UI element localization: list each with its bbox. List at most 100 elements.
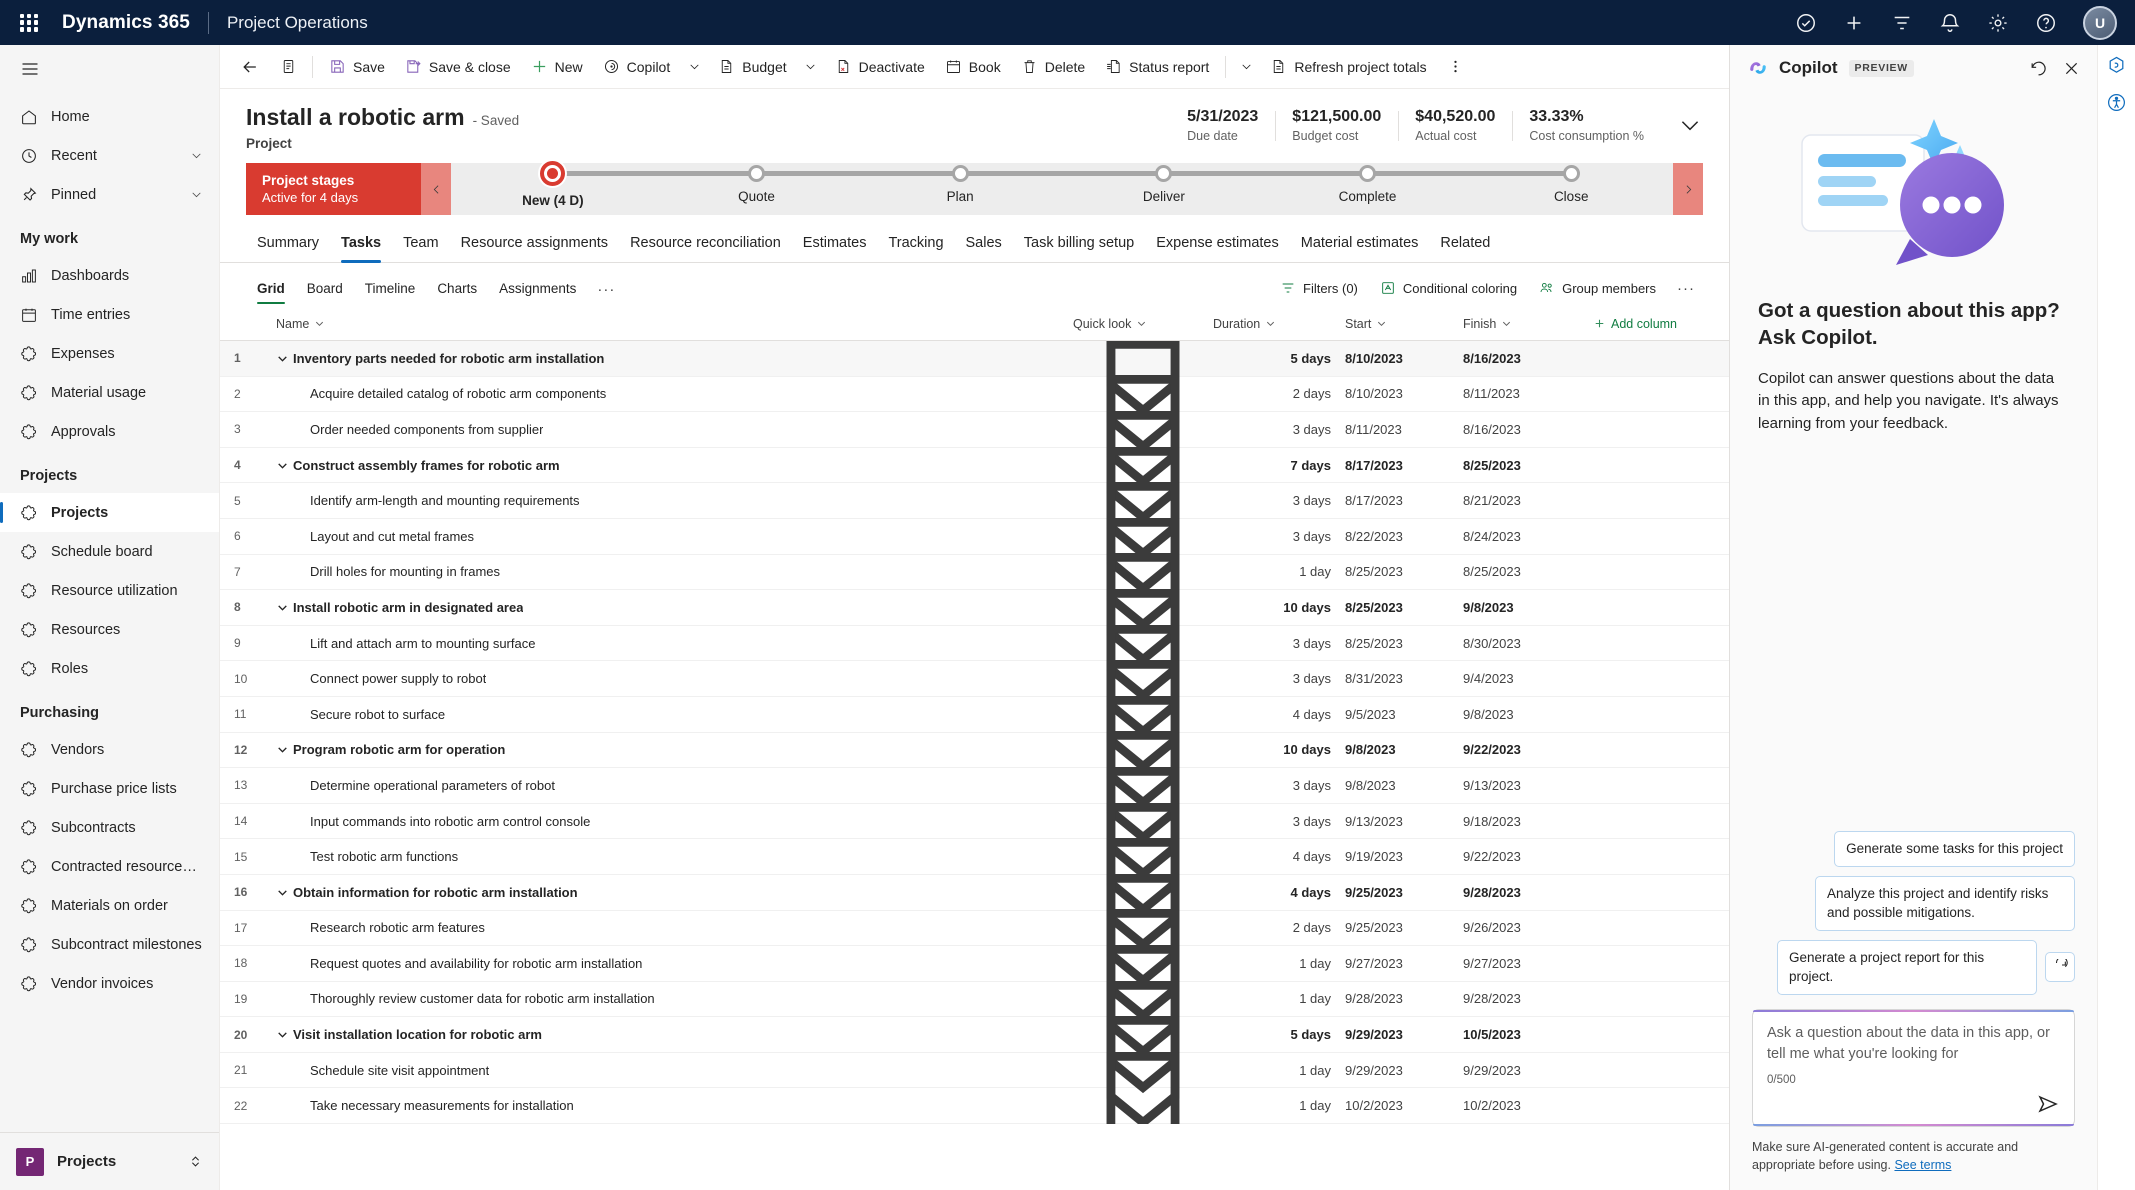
copilot-prompt-input[interactable]: Ask a question about the data in this ap… xyxy=(1752,1008,2075,1127)
task-name-cell[interactable]: Install robotic arm in designated area xyxy=(276,600,1073,615)
sidebar-item-recent[interactable]: Recent xyxy=(0,136,219,175)
budget-chevron-icon[interactable] xyxy=(680,52,708,82)
start-date-cell[interactable]: 8/10/2023 xyxy=(1331,351,1449,366)
finish-date-cell[interactable]: 9/22/2023 xyxy=(1449,849,1579,864)
tab-resource-reconciliation[interactable]: Resource reconciliation xyxy=(619,229,792,262)
chevron-down-small-icon[interactable] xyxy=(276,743,289,756)
app-area-switcher[interactable]: P Projects xyxy=(0,1132,219,1190)
sidebar-item-home[interactable]: Home xyxy=(0,97,219,136)
app-name[interactable]: Project Operations xyxy=(227,13,368,33)
finish-date-cell[interactable]: 9/28/2023 xyxy=(1449,991,1579,1006)
table-row[interactable]: 11 Secure robot to surface 4 days 9/5/2023 9… xyxy=(220,660,1729,773)
start-date-cell[interactable]: 9/25/2023 xyxy=(1331,885,1449,900)
table-row[interactable]: 5 Identify arm-length and mounting requir… xyxy=(220,446,1729,559)
chevron-down-small-icon[interactable] xyxy=(276,352,289,365)
start-date-cell[interactable]: 9/29/2023 xyxy=(1331,1063,1449,1078)
finish-date-cell[interactable]: 10/5/2023 xyxy=(1449,1027,1579,1042)
subtab-assignments[interactable]: Assignments xyxy=(488,276,587,306)
filters-button[interactable]: Filters (0) xyxy=(1271,275,1367,301)
duration-cell[interactable]: 10 days xyxy=(1213,600,1331,615)
task-name-cell[interactable]: Drill holes for mounting in frames xyxy=(276,564,1073,579)
start-date-cell[interactable]: 8/25/2023 xyxy=(1331,564,1449,579)
more-commands-chevron-icon[interactable] xyxy=(1232,52,1260,82)
conditional-coloring-button[interactable]: Conditional coloring xyxy=(1371,275,1526,301)
deactivate-button[interactable]: Deactivate xyxy=(825,50,935,84)
start-date-cell[interactable]: 8/22/2023 xyxy=(1331,529,1449,544)
quick-look-cell[interactable] xyxy=(1073,1036,1213,1125)
duration-cell[interactable]: 2 days xyxy=(1213,386,1331,401)
duration-cell[interactable]: 3 days xyxy=(1213,493,1331,508)
task-name-cell[interactable]: Take necessary measurements for installa… xyxy=(276,1098,1073,1113)
finish-date-cell[interactable]: 8/16/2023 xyxy=(1449,422,1579,437)
tab-tasks[interactable]: Tasks xyxy=(330,229,392,263)
brand-title[interactable]: Dynamics 365 xyxy=(62,12,190,34)
finish-date-cell[interactable]: 9/18/2023 xyxy=(1449,814,1579,829)
table-row[interactable]: 20 Visit installation location for roboti… xyxy=(220,980,1729,1093)
duration-cell[interactable]: 2 days xyxy=(1213,920,1331,935)
task-name-cell[interactable]: Construct assembly frames for robotic ar… xyxy=(276,458,1073,473)
sidebar-item-subcontract-milestones[interactable]: Subcontract milestones xyxy=(0,925,219,964)
bpf-stage-tag[interactable]: Project stages Active for 4 days xyxy=(246,163,421,215)
sidebar-item-time-entries[interactable]: Time entries xyxy=(0,295,219,334)
sidebar-item-vendor-invoices[interactable]: Vendor invoices xyxy=(0,964,219,1003)
subtab-board[interactable]: Board xyxy=(296,276,354,306)
sidebar-item-projects[interactable]: Projects xyxy=(0,493,219,532)
save-and-close-button[interactable]: Save & close xyxy=(395,50,521,84)
group-members-button[interactable]: Group members xyxy=(1530,275,1665,301)
finish-date-cell[interactable]: 10/2/2023 xyxy=(1449,1098,1579,1113)
duration-cell[interactable]: 1 day xyxy=(1213,1098,1331,1113)
chevron-down-small-icon[interactable] xyxy=(276,459,289,472)
refresh-icon[interactable] xyxy=(2045,952,2075,983)
start-date-cell[interactable]: 9/29/2023 xyxy=(1331,1027,1449,1042)
plus-icon[interactable] xyxy=(1843,12,1865,34)
table-row[interactable]: 10 Connect power supply to robot 3 days 8/3… xyxy=(220,624,1729,737)
start-date-cell[interactable]: 8/25/2023 xyxy=(1331,600,1449,615)
start-date-cell[interactable]: 8/17/2023 xyxy=(1331,493,1449,508)
task-name-cell[interactable]: Obtain information for robotic arm insta… xyxy=(276,885,1073,900)
chevron-down-small-icon[interactable] xyxy=(276,1028,289,1041)
task-name-cell[interactable]: Program robotic arm for operation xyxy=(276,742,1073,757)
start-date-cell[interactable]: 8/17/2023 xyxy=(1331,458,1449,473)
subtab-timeline[interactable]: Timeline xyxy=(354,276,427,306)
duration-cell[interactable]: 4 days xyxy=(1213,849,1331,864)
duration-cell[interactable]: 3 days xyxy=(1213,814,1331,829)
start-date-cell[interactable]: 10/2/2023 xyxy=(1331,1098,1449,1113)
finish-date-cell[interactable]: 9/29/2023 xyxy=(1449,1063,1579,1078)
duration-cell[interactable]: 5 days xyxy=(1213,1027,1331,1042)
finish-date-cell[interactable]: 8/25/2023 xyxy=(1449,564,1579,579)
duration-cell[interactable]: 3 days xyxy=(1213,422,1331,437)
subtab-grid[interactable]: Grid xyxy=(246,276,296,306)
sidebar-item-approvals[interactable]: Approvals xyxy=(0,412,219,451)
form-selector-icon[interactable] xyxy=(270,52,306,82)
subtabs-overflow-icon[interactable]: ··· xyxy=(587,276,625,306)
chevron-right-icon[interactable] xyxy=(1673,163,1703,215)
history-icon[interactable] xyxy=(2029,59,2048,78)
task-name-cell[interactable]: Test robotic arm functions xyxy=(276,849,1073,864)
sidebar-item-resources[interactable]: Resources xyxy=(0,610,219,649)
table-row[interactable]: 14 Input commands into robotic arm contro… xyxy=(220,767,1729,880)
finish-date-cell[interactable]: 9/22/2023 xyxy=(1449,742,1579,757)
finish-date-cell[interactable]: 8/11/2023 xyxy=(1449,386,1579,401)
column-header-start[interactable]: Start xyxy=(1331,317,1449,331)
finish-date-cell[interactable]: 8/16/2023 xyxy=(1449,351,1579,366)
start-date-cell[interactable]: 8/10/2023 xyxy=(1331,386,1449,401)
finish-date-cell[interactable]: 9/27/2023 xyxy=(1449,956,1579,971)
duration-cell[interactable]: 1 day xyxy=(1213,1063,1331,1078)
tab-resource-assignments[interactable]: Resource assignments xyxy=(450,229,620,262)
bell-icon[interactable] xyxy=(1939,12,1961,34)
table-row[interactable]: 2 Acquire detailed catalog of robotic arm… xyxy=(220,341,1729,453)
table-row[interactable]: 3 Order needed components from supplier 3 … xyxy=(220,375,1729,488)
sidebar-item-purchase-price-lists[interactable]: Purchase price lists xyxy=(0,769,219,808)
subtab-charts[interactable]: Charts xyxy=(426,276,488,306)
sidebar-item-vendors[interactable]: Vendors xyxy=(0,730,219,769)
budget-more-chevron-icon[interactable] xyxy=(797,52,825,82)
task-name-cell[interactable]: Connect power supply to robot xyxy=(276,671,1073,686)
duration-cell[interactable]: 3 days xyxy=(1213,778,1331,793)
delete-button[interactable]: Delete xyxy=(1011,50,1095,84)
column-header-name[interactable]: Name xyxy=(276,317,1073,331)
sidebar-item-materials-on-order[interactable]: Materials on order xyxy=(0,886,219,925)
table-row[interactable]: 8 Install robotic arm in designated area 1… xyxy=(220,553,1729,666)
finish-date-cell[interactable]: 8/25/2023 xyxy=(1449,458,1579,473)
start-date-cell[interactable]: 9/8/2023 xyxy=(1331,742,1449,757)
suggestion-analyze-risks[interactable]: Analyze this project and identify risks … xyxy=(1815,875,2075,931)
